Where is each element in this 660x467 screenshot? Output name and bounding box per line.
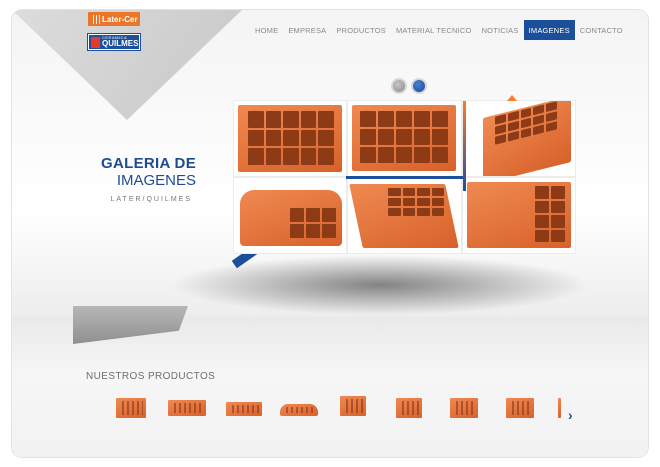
decorative-line: [346, 176, 466, 179]
latercer-logo-text: Later-Cer: [102, 14, 138, 24]
nav-productos[interactable]: PRODUCTOS: [331, 20, 391, 40]
gallery-title: GALERIA DE IMAGENES: [86, 155, 196, 190]
gallery-subtitle: LATER/QUILMES: [110, 196, 192, 203]
nav-noticias[interactable]: NOTICIAS: [477, 20, 524, 40]
gallery-tile-2[interactable]: [348, 101, 461, 176]
slider-dot-1[interactable]: [391, 78, 407, 94]
decorative-line: [463, 101, 466, 191]
latercer-logo[interactable]: Later-Cer: [88, 12, 140, 26]
product-thumb-8[interactable]: [504, 394, 536, 422]
nav-contacto[interactable]: CONTACTO: [575, 20, 628, 40]
product-thumb-6[interactable]: [394, 394, 424, 422]
decorative-triangle: [12, 10, 242, 120]
nav-empresa[interactable]: EMPRESA: [283, 20, 331, 40]
gallery-tile-5[interactable]: [348, 178, 461, 253]
brick-logo-icon: [91, 14, 100, 24]
gallery-title-line1: GALERIA DE: [101, 155, 196, 172]
gallery-title-line2: IMAGENES: [116, 172, 196, 189]
slider-dot-2-active[interactable]: [411, 78, 427, 94]
gallery-tile-6[interactable]: [463, 178, 575, 253]
nav-imagenes[interactable]: IMAGENES: [523, 20, 575, 40]
gallery-tile-1[interactable]: [234, 101, 346, 176]
nav-material-tecnico[interactable]: MATERIAL TECNICO: [391, 20, 477, 40]
decorative-triangle-marker: [507, 95, 517, 101]
gallery-tile-3[interactable]: [463, 101, 575, 176]
chevron-right-icon[interactable]: ›: [568, 408, 580, 422]
product-thumb-4[interactable]: [280, 394, 318, 422]
gallery-tile-4[interactable]: [234, 178, 346, 253]
quilmes-logo-main-text: QUILMES: [102, 39, 139, 48]
nav-home[interactable]: HOME: [250, 20, 283, 40]
product-thumb-5[interactable]: [338, 394, 368, 422]
product-thumb-3[interactable]: [226, 394, 262, 422]
product-thumb-7[interactable]: [448, 394, 480, 422]
main-nav: HOME EMPRESA PRODUCTOS MATERIAL TECNICO …: [250, 20, 628, 40]
product-thumb-1[interactable]: [114, 394, 148, 422]
products-heading: NUESTROS PRODUCTOS: [86, 371, 216, 382]
quilmes-logo[interactable]: CERAMICA QUILMES: [88, 34, 140, 50]
quilmes-mark-icon: [91, 36, 100, 48]
products-carousel: [108, 394, 568, 422]
product-thumb-2[interactable]: [168, 394, 206, 422]
product-thumb-9[interactable]: [558, 394, 564, 422]
